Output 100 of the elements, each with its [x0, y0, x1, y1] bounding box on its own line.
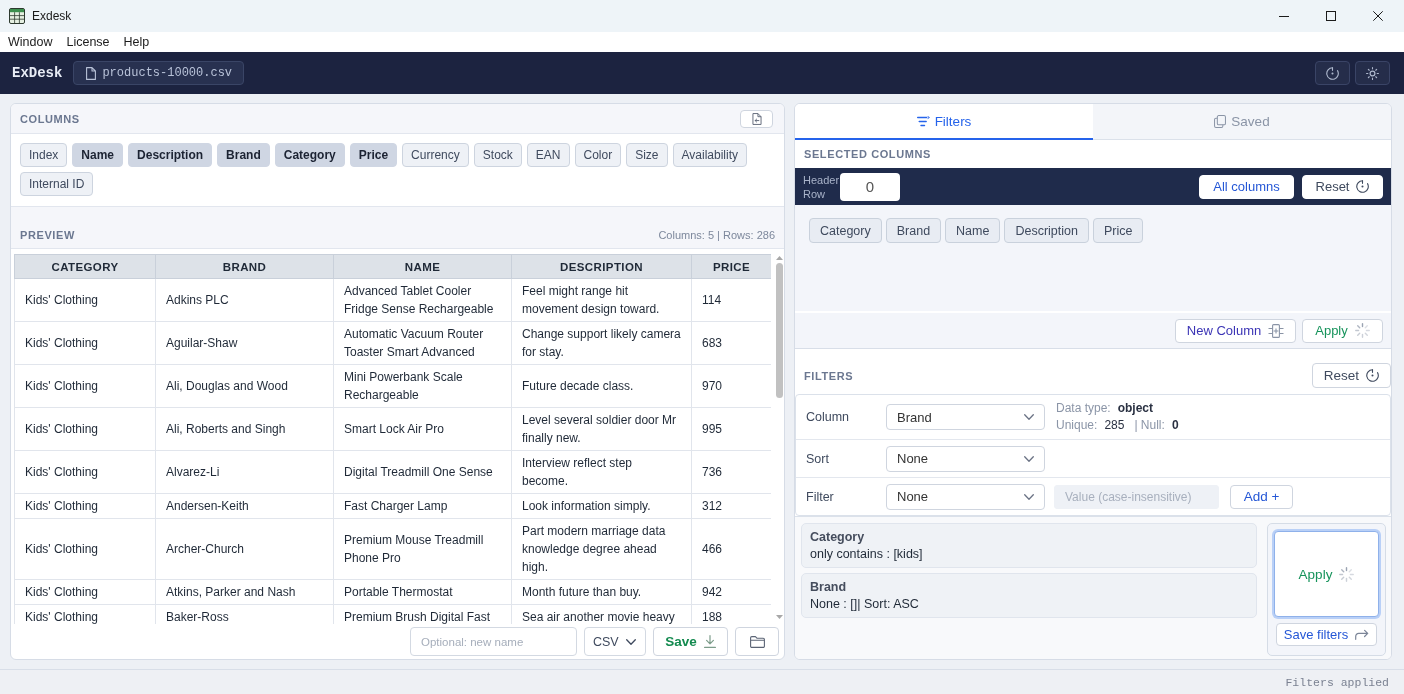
column-toggle[interactable]: Description: [128, 143, 213, 167]
section-title: FILTERS: [804, 369, 854, 382]
table-cell: Kids' Clothing: [14, 278, 156, 322]
table-cell: Premium Mouse Treadmill Phone Pro: [333, 518, 512, 580]
tab[interactable]: Filters: [795, 104, 1093, 140]
circular-arrow-icon: [1356, 180, 1370, 193]
header-row-label: Header Row: [803, 172, 840, 201]
info-value: 0: [1171, 417, 1179, 434]
chevron-down-icon: [1024, 493, 1034, 500]
table-cell: Part modern marriage data knowledge degree ahead high.: [511, 518, 692, 580]
table-cell: Atkins, Parker and Nash: [155, 579, 334, 605]
add-button[interactable]: Add +: [1230, 484, 1293, 509]
column-header: BRAND: [155, 254, 334, 279]
table-cell: Kids' Clothing: [14, 321, 156, 365]
file-icon: [86, 66, 97, 80]
column-toggle[interactable]: Internal ID: [20, 172, 94, 196]
scroll-up-icon[interactable]: [776, 256, 783, 260]
section-title: PREVIEW: [20, 229, 75, 241]
chevron-down-icon: [1024, 455, 1034, 462]
column-toggle[interactable]: Category: [274, 143, 345, 167]
table-cell: Kids' Clothing: [14, 604, 156, 624]
table-cell: Digital Treadmill One Sense: [333, 450, 512, 494]
save-filters-button[interactable]: Save filters: [1276, 623, 1377, 646]
table-cell: Aguilar-Shaw: [155, 321, 334, 365]
column-header: NAME: [333, 254, 512, 279]
header-row-field[interactable]: 0: [840, 172, 900, 201]
table-cell: Automatic Vacuum Router Toaster Smart Advanced: [333, 321, 512, 365]
column-toggle[interactable]: Color: [574, 143, 622, 167]
copy-icon: [1214, 115, 1227, 128]
info-label: Data type:: [1056, 400, 1111, 417]
column-tag[interactable]: Brand: [885, 218, 942, 243]
all-columns-button[interactable]: All columns: [1199, 174, 1294, 199]
spinner-icon: [1339, 566, 1355, 582]
info-value: object: [1117, 400, 1154, 417]
table-summary: Columns: 5 | Rows: 286: [658, 229, 775, 241]
filter-rule: only contains : [kids]: [810, 545, 924, 563]
new-column-button[interactable]: New Column: [1175, 318, 1296, 343]
column-select[interactable]: Brand: [886, 404, 1045, 430]
table-cell: Advanced Tablet Cooler Fridge Sense Rechargeable: [333, 278, 512, 322]
column-tag[interactable]: Name: [945, 218, 1001, 243]
forward-arrow-icon: [1355, 629, 1370, 640]
sort-select[interactable]: None: [886, 445, 1045, 472]
column-toggle[interactable]: Size: [626, 143, 668, 167]
column-toggle[interactable]: Index: [20, 143, 68, 167]
filter-select[interactable]: None: [886, 483, 1045, 510]
save-button[interactable]: Save: [653, 627, 728, 656]
table-cell: Smart Lock Air Pro: [333, 407, 512, 451]
column-toggle[interactable]: Price: [349, 143, 398, 167]
history-button[interactable]: [1315, 61, 1350, 85]
apply-button[interactable]: Apply: [1302, 318, 1383, 343]
export-button[interactable]: [740, 109, 773, 128]
table-cell: Kids' Clothing: [14, 579, 156, 605]
table-cell: Interview reflect step become.: [511, 450, 692, 494]
table-cell: Adkins PLC: [155, 278, 334, 322]
column-toggle[interactable]: Name: [72, 143, 124, 167]
theme-button[interactable]: [1355, 61, 1390, 85]
menu-item[interactable]: Window: [8, 35, 53, 49]
menu-item[interactable]: License: [66, 35, 110, 49]
file-arrow-icon: [751, 112, 762, 125]
scrollbar-thumb[interactable]: [776, 263, 783, 398]
column-toggle[interactable]: Currency: [402, 143, 469, 167]
column-header: CATEGORY: [14, 254, 156, 279]
format-select[interactable]: CSV: [584, 627, 646, 656]
section-title: SELECTED COLUMNS: [803, 147, 932, 162]
window-title: Exdesk: [32, 9, 72, 23]
column-header: PRICE: [691, 254, 771, 279]
column-toggle[interactable]: EAN: [526, 143, 570, 167]
filter-column: Category: [810, 528, 1248, 546]
menu-item[interactable]: Help: [123, 35, 150, 49]
info-value: 285: [1104, 417, 1125, 434]
table-cell: Archer-Church: [155, 518, 334, 580]
file-button[interactable]: products-10000.csv: [73, 61, 245, 85]
close-icon: [1372, 11, 1383, 21]
table-cell: Change support likely camera for stay.: [511, 321, 692, 365]
circular-arrow-icon: [1326, 66, 1339, 80]
reset-button[interactable]: Reset: [1302, 174, 1383, 199]
download-icon: [703, 635, 716, 648]
field-label: Filter: [806, 489, 835, 504]
chevron-down-icon: [1024, 414, 1034, 420]
field-label: Sort: [806, 451, 830, 466]
scroll-down-icon[interactable]: [776, 615, 783, 619]
maximize-icon: [1325, 11, 1336, 21]
open-folder-button[interactable]: [735, 627, 779, 656]
file-name-field[interactable]: Optional: new name: [410, 627, 577, 656]
column-tag[interactable]: Description: [1004, 218, 1089, 243]
reset-button[interactable]: Reset: [1312, 363, 1391, 388]
table-cell: Kids' Clothing: [14, 407, 156, 451]
column-toggle[interactable]: Availability: [672, 143, 747, 167]
column-toggle[interactable]: Stock: [473, 143, 522, 167]
table-cell: Mini Powerbank Scale Rechargeable: [333, 364, 512, 408]
table-cell: Kids' Clothing: [14, 493, 156, 519]
table-cell: Kids' Clothing: [14, 518, 156, 580]
table-cell: Kids' Clothing: [14, 364, 156, 408]
column-tag[interactable]: Price: [1092, 218, 1144, 243]
column-toggle[interactable]: Brand: [217, 143, 270, 167]
column-tag[interactable]: Category: [809, 218, 882, 243]
apply-button[interactable]: Apply: [1274, 531, 1379, 617]
table-cell: Ali, Douglas and Wood: [155, 364, 334, 408]
app-logo: ExDesk: [12, 65, 63, 81]
minimize-icon: [1278, 15, 1289, 17]
